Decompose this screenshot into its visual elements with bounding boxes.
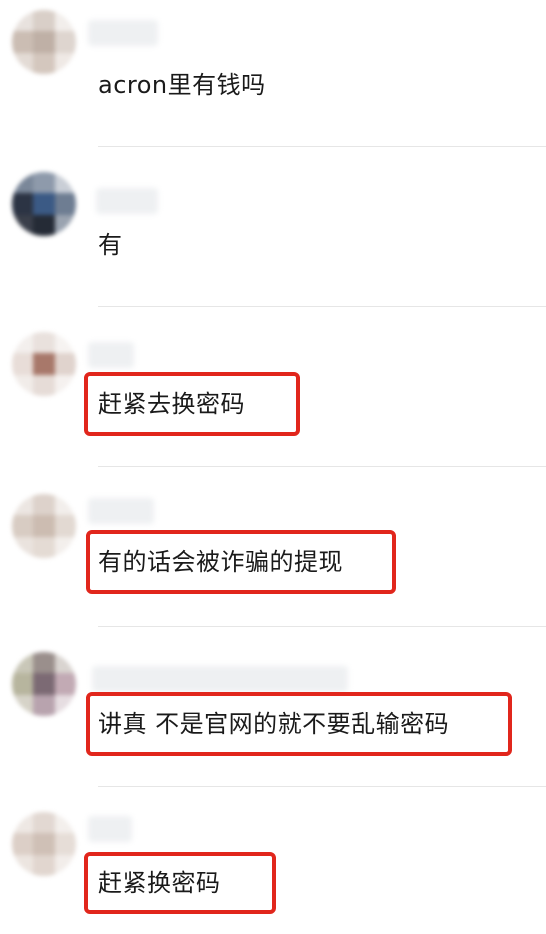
comment-item: acron里有钱吗 <box>0 0 546 160</box>
username-blurred[interactable] <box>88 342 134 368</box>
comment-text: acron里有钱吗 <box>98 71 266 99</box>
divider <box>98 306 546 307</box>
divider <box>98 146 546 147</box>
avatar[interactable] <box>12 652 76 716</box>
avatar[interactable] <box>12 172 76 236</box>
comment-item: 有的话会被诈骗的提现 <box>0 480 546 640</box>
username-blurred[interactable] <box>88 498 154 524</box>
username-blurred[interactable] <box>96 188 158 214</box>
comment-text: 有 <box>98 231 123 259</box>
avatar[interactable] <box>12 812 76 876</box>
username-blurred[interactable] <box>92 666 348 692</box>
divider <box>98 466 546 467</box>
username-blurred[interactable] <box>88 20 158 46</box>
comment-text: 赶紧去换密码 <box>98 390 245 418</box>
comment-text: 赶紧换密码 <box>98 869 221 897</box>
comment-item: 赶紧换密码 <box>0 800 546 934</box>
avatar[interactable] <box>12 10 76 74</box>
avatar[interactable] <box>12 494 76 558</box>
comment-text: 讲真 不是官网的就不要乱输密码 <box>98 710 450 738</box>
comment-text: 有的话会被诈骗的提现 <box>98 548 343 576</box>
comment-item: 讲真 不是官网的就不要乱输密码 <box>0 640 546 800</box>
avatar[interactable] <box>12 332 76 396</box>
comment-item: 赶紧去换密码 <box>0 320 546 480</box>
username-blurred[interactable] <box>88 816 132 842</box>
comment-thread: acron里有钱吗 有 赶紧去换密码 有的话会被诈骗的提现 讲真 不是官网的就不… <box>0 0 546 934</box>
divider <box>98 626 546 627</box>
comment-item: 有 <box>0 160 546 320</box>
divider <box>98 786 546 787</box>
